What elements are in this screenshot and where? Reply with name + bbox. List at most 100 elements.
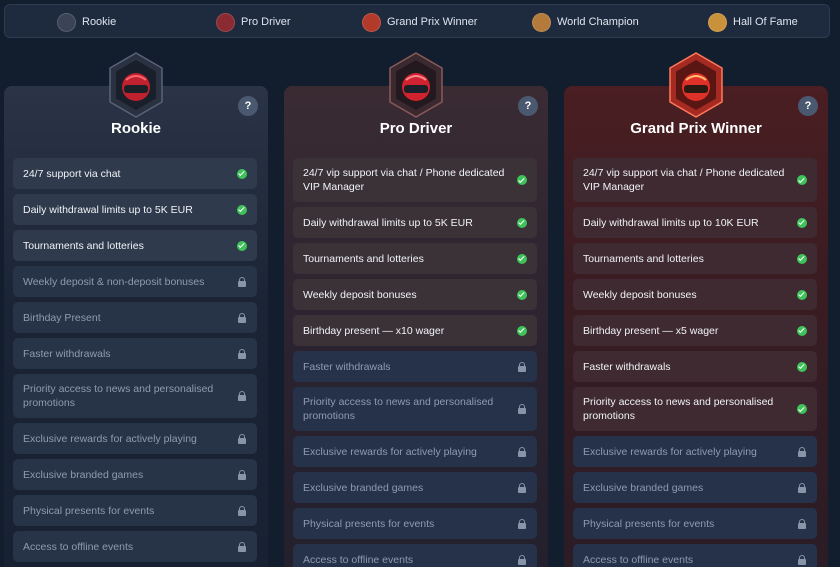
tier-title: Grand Prix Winner [630,120,762,137]
feature-row: Exclusive rewards for actively playing [573,436,817,467]
lock-icon [517,554,527,565]
help-icon[interactable]: ? [238,96,258,116]
feature-label: Priority access to news and personalised… [583,396,774,422]
feature-label: Exclusive rewards for actively playing [23,432,197,445]
feature-label: Physical presents for events [303,517,435,530]
nav-item-rookie[interactable]: Rookie [57,5,116,39]
feature-label: Exclusive rewards for actively playing [583,445,757,458]
lock-icon [797,482,807,493]
check-icon [797,217,807,228]
check-icon [797,289,807,300]
lock-icon [237,541,247,552]
feature-row: Physical presents for events [13,495,257,526]
helmet-icon [532,12,551,32]
feature-label: Birthday Present [23,311,101,324]
tier-card-grand-prix-winner: ? Grand Prix Winner 24/7 vip support via… [564,86,828,567]
check-icon [797,325,807,336]
feature-label: Daily withdrawal limits up to 5K EUR [23,203,193,216]
nav-item-hall-of-fame[interactable]: Hall Of Fame [708,5,798,39]
lock-icon [517,446,527,457]
feature-row: Faster withdrawals [293,351,537,382]
feature-row: Weekly deposit & non-deposit bonuses [13,266,257,297]
feature-row: Birthday present — x10 wager [293,315,537,346]
helmet-icon [57,12,76,32]
feature-row: Birthday Present [13,302,257,333]
feature-label: Tournaments and lotteries [303,252,424,265]
check-icon [517,253,527,264]
feature-label: Faster withdrawals [23,347,111,360]
feature-label: Weekly deposit & non-deposit bonuses [23,275,205,288]
feature-row: Weekly deposit bonuses [573,279,817,310]
feature-label: Tournaments and lotteries [23,239,144,252]
feature-row: Weekly deposit bonuses [293,279,537,310]
nav-item-world-champion[interactable]: World Champion [532,5,639,39]
feature-row: Exclusive rewards for actively playing [293,436,537,467]
nav-item-pro-driver[interactable]: Pro Driver [216,5,291,39]
feature-label: Weekly deposit bonuses [583,288,697,301]
feature-label: Physical presents for events [23,504,155,517]
lock-icon [237,348,247,359]
feature-row: Access to offline events [293,544,537,567]
lock-icon [797,554,807,565]
feature-label: Exclusive branded games [303,481,424,494]
check-icon [517,325,527,336]
lock-icon [237,391,247,401]
feature-label: Exclusive branded games [23,468,144,481]
feature-label: Birthday present — x10 wager [303,324,445,337]
nav-item-label: World Champion [557,16,639,28]
check-icon [797,404,807,414]
feature-row: Access to offline events [13,531,257,562]
nav-item-label: Grand Prix Winner [387,16,478,28]
lock-icon [797,446,807,457]
feature-list: 24/7 support via chat Daily withdrawal li… [13,158,257,567]
feature-row: Exclusive branded games [293,472,537,503]
lock-icon [517,518,527,529]
nav-item-grand-prix-winner[interactable]: Grand Prix Winner [362,5,477,39]
lock-icon [237,312,247,323]
lock-icon [237,276,247,287]
nav-item-label: Hall Of Fame [733,16,798,28]
feature-label: Access to offline events [303,553,414,566]
helmet-icon [216,12,235,32]
feature-label: Exclusive branded games [583,481,704,494]
feature-row: Exclusive branded games [13,459,257,490]
feature-label: Priority access to news and personalised… [23,383,214,409]
helmet-icon [362,12,381,32]
feature-row: Priority access to news and personalised… [13,374,257,418]
help-icon[interactable]: ? [518,96,538,116]
feature-label: Access to offline events [583,553,694,566]
help-icon[interactable]: ? [798,96,818,116]
feature-row: Tournaments and lotteries [13,230,257,261]
helmet-icon [708,12,727,32]
feature-label: Faster withdrawals [303,360,391,373]
check-icon [797,253,807,264]
feature-label: Priority access to news and personalised… [303,396,494,422]
feature-label: Exclusive rewards for actively playing [303,445,477,458]
check-icon [517,289,527,300]
feature-label: Birthday present — x5 wager [583,324,719,337]
feature-row: Daily withdrawal limits up to 5K EUR [13,194,257,225]
feature-label: 24/7 vip support via chat / Phone dedica… [583,167,785,193]
tier-badge-icon [108,52,164,118]
nav-item-label: Pro Driver [241,16,291,28]
feature-label: Tournaments and lotteries [583,252,704,265]
feature-row: Daily withdrawal limits up to 10K EUR [573,207,817,238]
feature-label: Daily withdrawal limits up to 5K EUR [303,216,473,229]
tier-title: Pro Driver [379,120,453,137]
tier-card-pro-driver: ? Pro Driver 24/7 vip support via chat /… [284,86,548,567]
check-icon [237,204,247,215]
feature-row: Daily withdrawal limits up to 5K EUR [293,207,537,238]
feature-label: 24/7 vip support via chat / Phone dedica… [303,167,505,193]
lock-icon [517,404,527,414]
check-icon [517,175,527,185]
tier-badge-icon [388,52,444,118]
feature-row: 24/7 support via chat [13,158,257,189]
feature-list: 24/7 vip support via chat / Phone dedica… [293,158,537,567]
feature-row: Exclusive rewards for actively playing [13,423,257,454]
check-icon [797,361,807,372]
feature-row: Tournaments and lotteries [293,243,537,274]
feature-row: Physical presents for events [293,508,537,539]
tier-nav: Rookie Pro Driver Grand Prix Winner Worl… [4,4,830,38]
feature-label: Physical presents for events [583,517,715,530]
feature-label: Faster withdrawals [583,360,671,373]
